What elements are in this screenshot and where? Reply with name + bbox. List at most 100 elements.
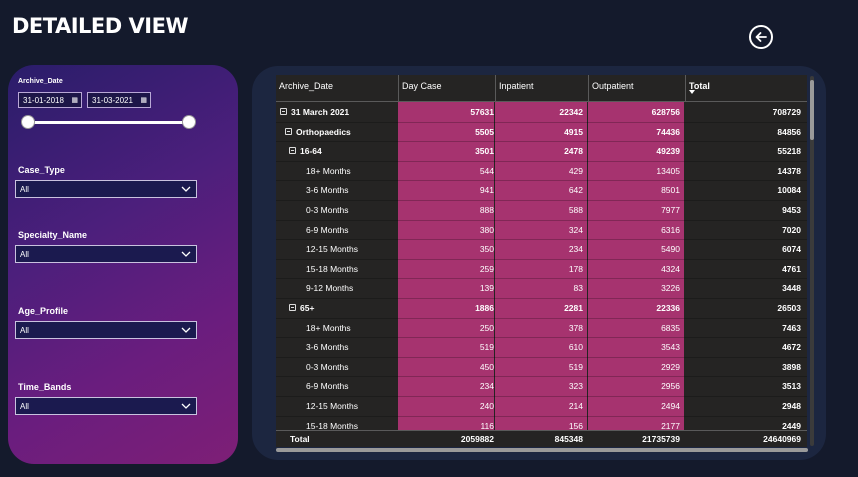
time-bands-dropdown[interactable]: All	[15, 397, 197, 415]
collapse-icon[interactable]	[280, 108, 287, 115]
sort-descending-icon	[689, 90, 695, 94]
calendar-icon[interactable]: ▦	[140, 96, 147, 104]
time-bands-label: Time_Bands	[18, 382, 72, 392]
specialty-name-value: All	[20, 250, 29, 259]
date-range-start-handle[interactable]	[21, 115, 35, 129]
cell-inpatient: 378	[568, 322, 583, 333]
date-range-slider-track[interactable]	[28, 121, 190, 124]
cell-total: 4672	[782, 342, 801, 353]
cell-day-case: 350	[479, 244, 494, 255]
collapse-icon[interactable]	[289, 304, 296, 311]
cell-outpatient: 13405	[656, 165, 680, 176]
cell-total: 3448	[782, 283, 801, 294]
row-label: 9-12 Months	[306, 283, 353, 293]
cell-day-case: 3501	[475, 146, 494, 157]
cell-total: 10084	[777, 185, 801, 196]
cell-inpatient: 642	[568, 185, 583, 196]
cell-total: 9453	[782, 205, 801, 215]
table-row[interactable]: 15-18 Months 259 178 4324 4761	[276, 259, 807, 280]
table-row[interactable]: 15-18 Months 116 156 2177 2449	[276, 416, 807, 430]
cell-outpatient: 49239	[656, 146, 680, 157]
row-label-text: 9-12 Months	[306, 283, 354, 294]
row-label: 12-15 Months	[306, 244, 358, 254]
collapse-icon[interactable]	[285, 127, 292, 135]
row-label-text: 65+	[300, 303, 315, 313]
table-row[interactable]: 31 March 2021 57631 22342 628756 708729	[276, 102, 807, 123]
table-row[interactable]: 65+ 1886 2281 22336 26503	[276, 298, 807, 319]
table-row[interactable]: 0-3 Months 450 519 2929 3898	[276, 357, 807, 378]
arrow-left-icon	[755, 32, 767, 42]
case-type-dropdown[interactable]: All	[15, 180, 197, 198]
table-row[interactable]: 18+ Months 544 429 13405 14378	[276, 161, 807, 182]
date-range-end-handle[interactable]	[182, 115, 196, 129]
age-profile-dropdown[interactable]: All	[15, 321, 197, 339]
cell-day-case: 259	[479, 263, 494, 274]
table-row[interactable]: 0-3 Months 888 588 7977 9453	[276, 200, 807, 221]
horizontal-scrollbar[interactable]	[276, 448, 808, 452]
case-type-label: Case_Type	[18, 165, 65, 175]
vertical-scrollbar-thumb[interactable]	[810, 80, 814, 140]
back-button[interactable]	[749, 25, 773, 49]
collapse-icon[interactable]	[289, 147, 296, 155]
total-total: 24640969	[763, 434, 801, 444]
cell-inpatient: 519	[568, 361, 583, 372]
cell-day-case: 139	[479, 283, 494, 294]
table-row[interactable]: 18+ Months 250 378 6835 7463	[276, 318, 807, 339]
row-label: 16-64	[289, 146, 322, 156]
cell-day-case: 941	[479, 185, 494, 196]
chevron-down-icon	[181, 251, 191, 257]
row-label-text: 3-6 Months	[306, 185, 349, 196]
end-date-input[interactable]: 31-03-2021 ▦	[87, 92, 151, 108]
table-row[interactable]: 12-15 Months 240 214 2494 2948	[276, 396, 807, 417]
cell-outpatient: 74436	[656, 126, 680, 137]
column-header-outpatient[interactable]: Outpatient	[588, 75, 685, 101]
table-row[interactable]: 3-6 Months 941 642 8501 10084	[276, 180, 807, 201]
table-row[interactable]: 3-6 Months 519 610 3543 4672	[276, 337, 807, 358]
row-label-text: 0-3 Months	[306, 361, 349, 372]
chevron-down-icon	[181, 327, 191, 333]
row-label: Orthopaedics	[285, 127, 351, 137]
cell-total: 4761	[782, 263, 801, 274]
cell-inpatient: 588	[568, 205, 583, 215]
cell-inpatient: 178	[568, 263, 583, 274]
row-label-text: 31 March 2021	[291, 107, 350, 117]
case-type-value: All	[20, 185, 29, 194]
table-row[interactable]: 9-12 Months 139 83 3226 3448	[276, 278, 807, 299]
cell-outpatient: 2956	[661, 381, 680, 392]
page-title: DETAILED VIEW	[12, 14, 189, 38]
age-profile-value: All	[20, 326, 29, 335]
column-header-archive-date[interactable]: Archive_Date	[276, 75, 398, 101]
total-inpatient: 845348	[554, 434, 583, 444]
specialty-name-dropdown[interactable]: All	[15, 245, 197, 263]
cell-total: 14378	[777, 165, 801, 176]
table-row[interactable]: 6-9 Months 234 323 2956 3513	[276, 376, 807, 397]
cell-day-case: 5505	[475, 126, 494, 137]
cell-outpatient: 3543	[661, 342, 680, 353]
table-row[interactable]: 16-64 3501 2478 49239 55218	[276, 141, 807, 162]
table-row[interactable]: 12-15 Months 350 234 5490 6074	[276, 239, 807, 260]
cell-total: 7463	[782, 322, 801, 333]
row-label-text: 16-64	[300, 146, 322, 157]
calendar-icon[interactable]: ▦	[71, 96, 78, 104]
cell-day-case: 519	[479, 342, 494, 353]
cell-day-case: 250	[479, 322, 494, 333]
cell-outpatient: 3226	[661, 283, 680, 294]
row-label: 18+ Months	[306, 166, 351, 176]
column-header-inpatient[interactable]: Inpatient	[495, 75, 588, 101]
cell-day-case: 450	[479, 361, 494, 372]
column-header-total[interactable]: Total	[685, 75, 807, 101]
cell-inpatient: 4915	[564, 126, 583, 137]
start-date-input[interactable]: 31-01-2018 ▦	[18, 92, 82, 108]
column-header-day-case[interactable]: Day Case	[398, 75, 495, 101]
filter-panel: Archive_Date 31-01-2018 ▦ 31-03-2021 ▦ C…	[8, 65, 238, 464]
vertical-scrollbar[interactable]	[810, 76, 814, 446]
table-body: 31 March 2021 57631 22342 628756 708729 Ortho…	[276, 102, 807, 430]
row-label: 0-3 Months	[306, 362, 349, 372]
cell-day-case: 888	[479, 205, 494, 215]
cell-outpatient: 6835	[661, 322, 680, 333]
table-row[interactable]: 6-9 Months 380 324 6316 7020	[276, 220, 807, 241]
cell-outpatient: 4324	[661, 263, 680, 274]
table-row[interactable]: Orthopaedics 5505 4915 74436 84856	[276, 122, 807, 143]
cell-day-case: 57631	[470, 107, 494, 117]
cell-outpatient: 8501	[661, 185, 680, 196]
